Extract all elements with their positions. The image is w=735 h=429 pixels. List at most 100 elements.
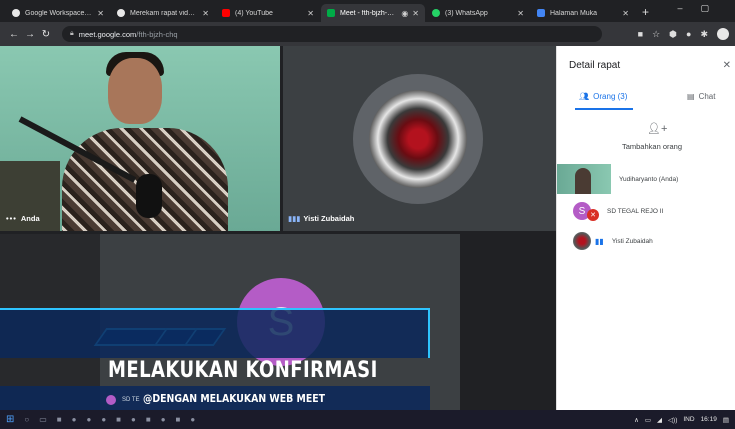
app-icon[interactable]: ● bbox=[190, 415, 195, 424]
add-person-icon[interactable]: 👤︎+ bbox=[647, 122, 667, 135]
task-view-icon[interactable]: ▭ bbox=[39, 415, 47, 424]
overlay-banner bbox=[0, 308, 430, 358]
tab-label: Chat bbox=[698, 92, 716, 101]
page-favicon-icon bbox=[537, 9, 545, 17]
window-controls[interactable]: –▢ bbox=[677, 3, 727, 14]
tile-name-text: Yisti Zubaidah bbox=[303, 214, 355, 223]
extension-icon[interactable]: ⬢ bbox=[669, 29, 677, 40]
app-icon[interactable]: ● bbox=[161, 415, 166, 424]
tab-label: Halaman Muka bbox=[550, 9, 598, 17]
people-icon: 👥︎ bbox=[579, 92, 590, 101]
google-favicon-icon bbox=[12, 9, 20, 17]
close-icon[interactable]: ✕ bbox=[622, 9, 629, 18]
browser-tab-google-workspace[interactable]: Google Workspace [loc ✕ bbox=[6, 4, 110, 22]
url-host: meet.google.com bbox=[78, 29, 137, 39]
browser-tab-meet[interactable]: Meet - fth-bjzh-chq ◉ ✕ bbox=[321, 4, 425, 22]
participant-row[interactable]: S ✕ SD TEGAL REJO II bbox=[557, 196, 735, 226]
avatar bbox=[573, 232, 591, 250]
youtube-favicon-icon bbox=[222, 9, 230, 17]
tab-label: Orang (3) bbox=[593, 92, 628, 101]
url-path: /fth-bjzh-chq bbox=[136, 29, 178, 39]
app-icon[interactable]: ■ bbox=[146, 415, 151, 424]
chat-icon: ▤ bbox=[687, 92, 695, 101]
battery-icon[interactable]: ▭ bbox=[645, 416, 651, 424]
browser-tab-halaman-muka[interactable]: Halaman Muka ✕ bbox=[531, 4, 635, 22]
network-icon[interactable]: ◢ bbox=[657, 416, 662, 424]
participant-row[interactable]: ▮▮ Yisti Zubaidah bbox=[557, 226, 735, 256]
speaking-indicator-icon: ▮▮ bbox=[595, 236, 604, 246]
tab-label: Merekam rapat video - bbox=[130, 9, 199, 17]
close-icon[interactable]: ✕ bbox=[723, 60, 731, 71]
tile-name-self: ••• Anda bbox=[6, 214, 40, 223]
close-icon[interactable]: ✕ bbox=[97, 9, 104, 18]
file-explorer-icon[interactable]: ■ bbox=[57, 415, 62, 424]
close-icon[interactable]: ✕ bbox=[307, 9, 314, 18]
back-arrow-icon[interactable]: ← bbox=[6, 29, 22, 40]
search-icon[interactable]: ○ bbox=[24, 415, 29, 424]
browser-toolbar-icons: ■ ☆ ⬢ ● ✱ bbox=[638, 28, 729, 40]
browser-tab-whatsapp[interactable]: (3) WhatsApp ✕ bbox=[426, 4, 530, 22]
close-icon[interactable]: ✕ bbox=[517, 9, 524, 18]
taskbar-apps: ○ ▭ ■ ● ● ● ■ ● ■ ● ■ ● bbox=[24, 415, 195, 424]
participant-name: Yisti Zubaidah bbox=[611, 237, 653, 245]
extension-icon[interactable]: ● bbox=[686, 29, 691, 39]
address-bar-row: ← → ↻ 🔒︎ meet.google.com/fth-bjzh-chq ■ … bbox=[0, 22, 735, 46]
mic-off-icon: ✕ bbox=[587, 209, 599, 221]
more-options-icon[interactable]: ••• bbox=[6, 214, 17, 223]
app-icon[interactable]: ● bbox=[101, 415, 106, 424]
tab-label: Meet - fth-bjzh-chq bbox=[340, 9, 398, 17]
camera-indicator-icon[interactable]: ■ bbox=[638, 29, 643, 39]
participant-name: SD TE bbox=[122, 397, 140, 403]
new-tab-button[interactable]: + bbox=[642, 5, 649, 19]
chevron-up-icon[interactable]: ∧ bbox=[634, 416, 639, 424]
recording-dot-icon: ◉ bbox=[401, 8, 409, 18]
reload-icon[interactable]: ↻ bbox=[38, 29, 54, 40]
forward-arrow-icon[interactable]: → bbox=[22, 29, 38, 40]
browser-tab-merekam[interactable]: Merekam rapat video - ✕ bbox=[111, 4, 215, 22]
app-icon[interactable]: ● bbox=[131, 415, 136, 424]
app-icon[interactable]: ● bbox=[86, 415, 91, 424]
participant-row[interactable]: Yudiharyanto (Anda) bbox=[557, 164, 735, 194]
tab-label: Google Workspace [loc bbox=[25, 9, 94, 17]
clock[interactable]: 16:19 bbox=[701, 416, 717, 423]
volume-icon[interactable]: ◁)) bbox=[668, 416, 677, 424]
tab-people[interactable]: 👥︎ Orang (3) bbox=[579, 92, 627, 101]
avatar bbox=[369, 90, 467, 188]
puzzle-icon[interactable]: ✱ bbox=[700, 29, 708, 40]
participant-thumbnail bbox=[557, 164, 611, 194]
lock-icon: 🔒︎ bbox=[70, 30, 74, 37]
active-tab-indicator bbox=[575, 108, 633, 110]
tab-chat[interactable]: ▤ Chat bbox=[687, 92, 715, 101]
whatsapp-favicon-icon bbox=[432, 9, 440, 17]
meet-favicon-icon bbox=[327, 9, 335, 17]
meeting-details-panel: Detail rapat ✕ 👥︎ Orang (3) ▤ Chat 👤︎+ T… bbox=[556, 46, 735, 410]
app-icon[interactable]: ■ bbox=[176, 415, 181, 424]
browser-tab-strip: Google Workspace [loc ✕ Merekam rapat vi… bbox=[0, 0, 735, 22]
video-tile-self[interactable] bbox=[0, 46, 280, 231]
close-icon[interactable]: ✕ bbox=[202, 9, 209, 18]
system-tray: ∧ ▭ ◢ ◁)) IND 16:19 ▤ bbox=[634, 416, 729, 424]
browser-tab-youtube[interactable]: (4) YouTube ✕ bbox=[216, 4, 320, 22]
close-icon[interactable]: ✕ bbox=[412, 9, 419, 18]
google-favicon-icon bbox=[117, 9, 125, 17]
app-icon[interactable]: ■ bbox=[116, 415, 121, 424]
tab-label: (4) YouTube bbox=[235, 9, 273, 17]
avatar bbox=[106, 395, 116, 405]
tile-name-yisti: ▮▮▮ Yisti Zubaidah bbox=[288, 214, 354, 223]
add-people-button[interactable]: Tambahkan orang bbox=[617, 142, 687, 151]
windows-taskbar: ⊞ ○ ▭ ■ ● ● ● ■ ● ■ ● ■ ● ∧ ▭ ◢ ◁)) IND … bbox=[0, 410, 735, 429]
star-icon[interactable]: ☆ bbox=[652, 29, 660, 40]
url-input[interactable]: 🔒︎ meet.google.com/fth-bjzh-chq bbox=[62, 26, 602, 42]
profile-avatar[interactable] bbox=[717, 28, 729, 40]
microphone bbox=[136, 174, 162, 218]
language-indicator[interactable]: IND bbox=[683, 416, 694, 423]
app-icon[interactable]: ● bbox=[72, 415, 77, 424]
participant-name: Yudiharyanto (Anda) bbox=[619, 175, 679, 183]
tab-label: (3) WhatsApp bbox=[445, 9, 488, 17]
video-tile-yisti[interactable] bbox=[283, 46, 556, 231]
notification-icon[interactable]: ▤ bbox=[723, 416, 729, 424]
windows-start-icon[interactable]: ⊞ bbox=[6, 414, 14, 425]
participant-name: SD TEGAL REJO II bbox=[607, 207, 664, 215]
participant-video bbox=[108, 58, 162, 124]
overlay-title: MELAKUKAN KONFIRMASI bbox=[108, 358, 378, 383]
